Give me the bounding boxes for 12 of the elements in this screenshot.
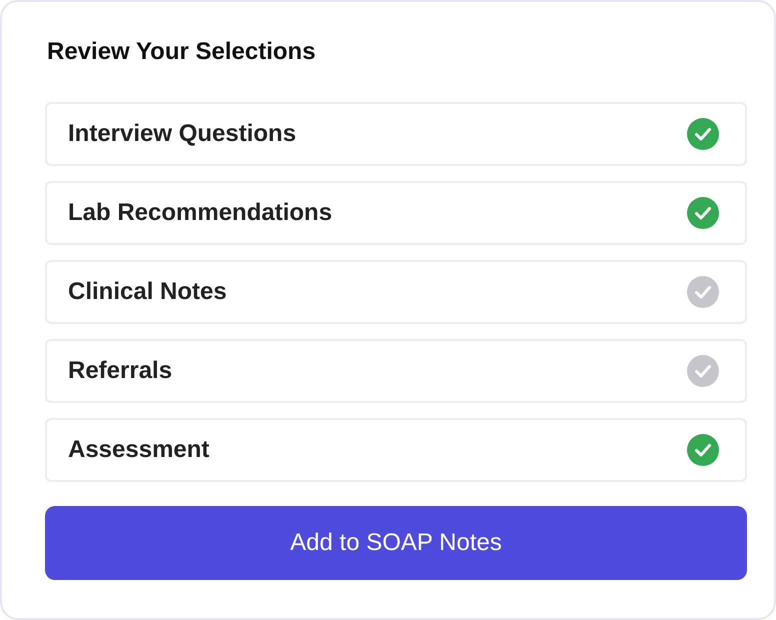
- selection-label: Referrals: [68, 357, 172, 385]
- add-button[interactable]: Add to SOAP Notes: [45, 506, 747, 580]
- selection-item[interactable]: Assessment: [45, 418, 747, 482]
- selection-item[interactable]: Referrals: [45, 339, 747, 403]
- selection-item[interactable]: Lab Recommendations: [45, 181, 747, 245]
- selection-label: Assessment: [68, 436, 210, 464]
- selection-item[interactable]: Clinical Notes: [45, 260, 747, 324]
- card-title: Review Your Selections: [47, 37, 317, 67]
- selection-label: Interview Questions: [68, 120, 296, 148]
- selection-item[interactable]: Interview Questions: [45, 102, 747, 166]
- selection-label: Lab Recommendations: [68, 199, 332, 227]
- selection-label: Clinical Notes: [68, 278, 227, 306]
